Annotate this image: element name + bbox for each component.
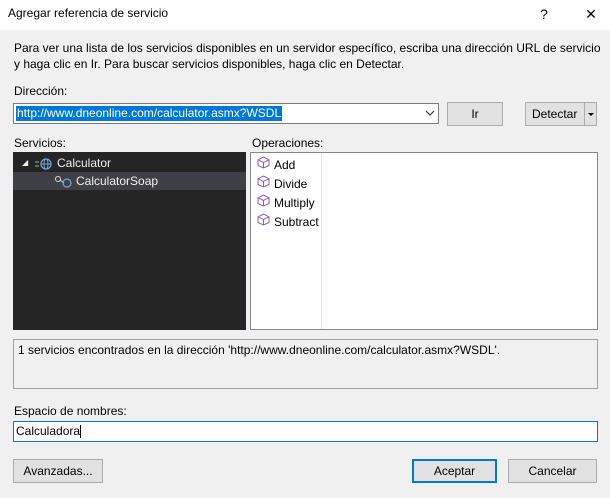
discover-button[interactable]: Detectar: [525, 102, 597, 126]
window-title: Agregar referencia de servicio: [8, 6, 169, 20]
namespace-input[interactable]: Calculadora: [13, 421, 598, 442]
status-text: 1 servicios encontrados en la dirección …: [18, 343, 501, 357]
method-cube-icon: [257, 213, 270, 232]
namespace-label: Espacio de nombres:: [14, 404, 127, 418]
operation-item-divide[interactable]: Divide: [257, 175, 307, 194]
endpoint-icon: [55, 175, 73, 193]
cancel-button[interactable]: Cancelar: [508, 459, 597, 483]
tree-item-calculator[interactable]: ◢ Calculator: [13, 154, 246, 172]
operation-label: Divide: [274, 177, 308, 191]
operation-item-multiply[interactable]: Multiply: [257, 194, 315, 213]
operations-label: Operaciones:: [252, 136, 324, 150]
tree-item-label: CalculatorSoap: [76, 174, 159, 188]
status-message: 1 servicios encontrados en la dirección …: [13, 339, 598, 389]
go-button[interactable]: Ir: [447, 102, 503, 126]
expand-arrow-icon[interactable]: ◢: [22, 154, 28, 172]
text-caret: [80, 425, 82, 439]
close-icon: ✕: [585, 6, 597, 22]
method-cube-icon: [257, 175, 270, 194]
operation-item-subtract[interactable]: Subtract: [257, 213, 319, 232]
tree-item-label: Calculator: [57, 156, 112, 170]
method-cube-icon: [257, 194, 270, 213]
address-combobox[interactable]: http://www.dneonline.com/calculator.asmx…: [13, 103, 439, 124]
operation-label: Add: [274, 158, 296, 172]
operation-label: Subtract: [274, 215, 319, 229]
operations-list[interactable]: Add Divide Multiply Subtract: [250, 152, 598, 330]
close-button[interactable]: ✕: [578, 3, 604, 25]
advanced-button[interactable]: Avanzadas...: [13, 459, 103, 483]
services-label: Servicios:: [14, 136, 67, 150]
instructions-text: Para ver una lista de los servicios disp…: [14, 41, 601, 71]
operation-item-add[interactable]: Add: [257, 156, 295, 175]
dropdown-arrow-icon[interactable]: [587, 103, 595, 132]
method-cube-icon: [257, 156, 270, 175]
address-label: Dirección:: [14, 84, 68, 98]
address-value: http://www.dneonline.com/calculator.asmx…: [16, 106, 283, 121]
help-button[interactable]: ?: [531, 3, 557, 25]
discover-label: Detectar: [532, 107, 578, 121]
services-tree[interactable]: ◢ Calculator CalculatorSoap: [13, 152, 246, 330]
chevron-down-icon[interactable]: [425, 106, 435, 123]
split-divider: [584, 103, 585, 125]
accept-button[interactable]: Aceptar: [412, 459, 497, 483]
operation-label: Multiply: [274, 196, 315, 210]
namespace-value: Calculadora: [16, 424, 81, 438]
tree-item-calculatorsoap[interactable]: CalculatorSoap: [13, 172, 246, 190]
